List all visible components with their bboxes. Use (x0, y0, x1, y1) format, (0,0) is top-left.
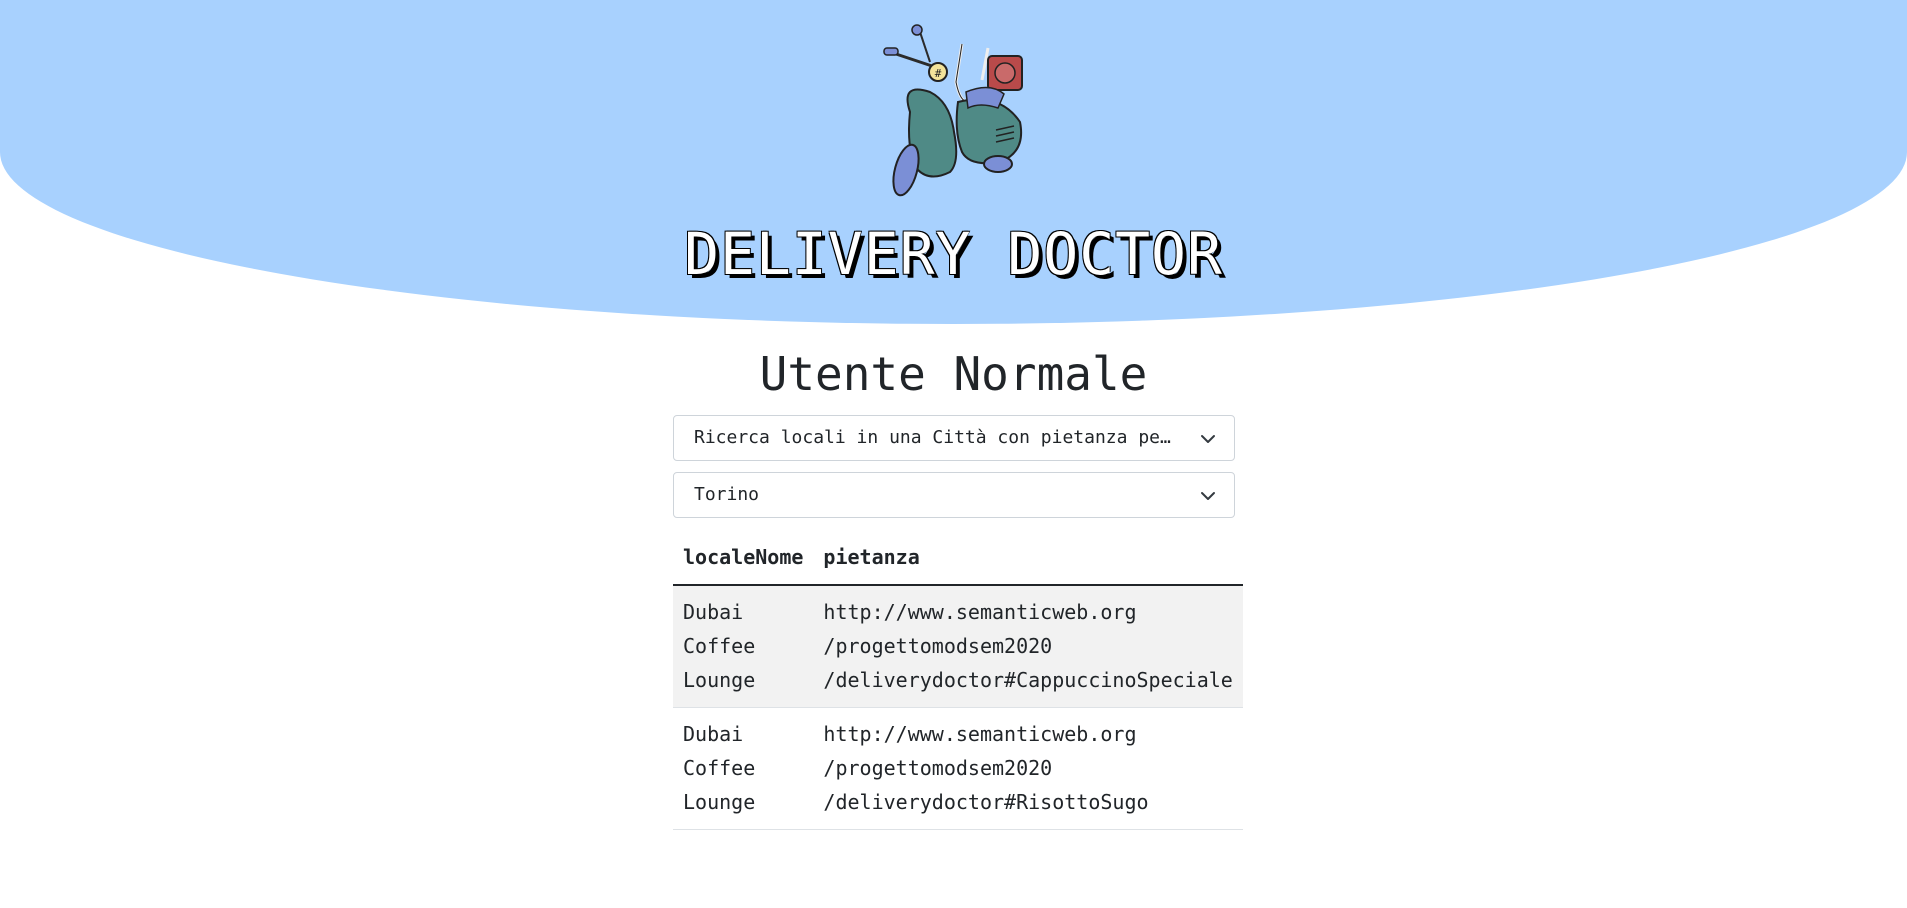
chevron-down-icon (1201, 492, 1215, 500)
svg-text:#: # (935, 67, 942, 80)
column-header-localenome: localeNome (673, 532, 814, 586)
results-table: localeNome pietanza Dubai Coffee Lounge … (673, 532, 1243, 830)
table-header-row: localeNome pietanza (673, 532, 1243, 586)
chevron-down-icon (1201, 435, 1215, 443)
scooter-logo-icon: # (883, 24, 1023, 197)
table-cell-localenome: Dubai Coffee Lounge (673, 707, 814, 830)
table-cell-pietanza: http://www.semanticweb.org /progettomods… (813, 707, 1243, 830)
city-select-value: Torino (694, 484, 760, 505)
table-cell-pietanza: http://www.semanticweb.org /progettomods… (813, 585, 1243, 708)
city-select[interactable]: Torino (673, 472, 1235, 518)
table-cell-localenome: Dubai Coffee Lounge (673, 585, 814, 708)
table-row: Dubai Coffee Lounge http://www.semanticw… (673, 585, 1243, 708)
query-type-select[interactable]: Ricerca locali in una Città con pietanza… (673, 415, 1235, 461)
page-title: Utente Normale (759, 347, 1148, 401)
app-brand-title: DELIVERY DOCTOR (684, 220, 1223, 288)
query-type-select-value: Ricerca locali in una Città con pietanza… (694, 427, 1235, 448)
column-header-pietanza: pietanza (813, 532, 1243, 586)
table-row: Dubai Coffee Lounge http://www.semanticw… (673, 707, 1243, 830)
